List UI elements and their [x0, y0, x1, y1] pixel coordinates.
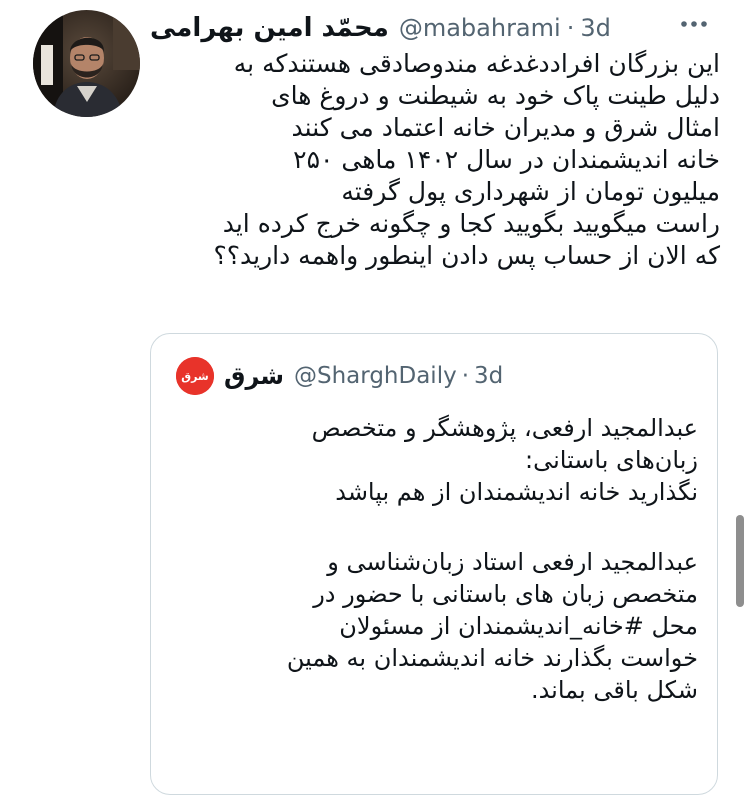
author-avatar[interactable] — [33, 10, 140, 117]
quote-text-line: خواست بگذارند خانه اندیشمندان به همین — [286, 644, 698, 672]
separator-dot: · — [566, 14, 575, 42]
quote-text-line: متخصص زبان های باستانی با حضور در — [313, 580, 698, 608]
shargh-logo-text: شرق — [181, 370, 209, 383]
tweet-timestamp[interactable]: 3d — [580, 14, 611, 42]
quote-text-line: محل #خانه_اندیشمندان از مسئولان — [339, 612, 698, 640]
separator-dot: · — [461, 363, 470, 389]
quote-text-line: عبدالمجید ارفعی، پژوهشگر و متخصص — [311, 414, 698, 442]
more-horizontal-icon — [681, 21, 707, 27]
tweet-text-line: این بزرگان افراددغدغه مندوصادقی هستندکه … — [233, 49, 720, 78]
shargh-logo: شرق — [176, 357, 214, 395]
author-name[interactable]: محمّد امین بهرامی — [150, 13, 389, 43]
quoted-tweet-text: عبدالمجید ارفعی، پژوهشگر و متخصص زبان‌ها… — [171, 412, 698, 706]
profile-photo — [33, 10, 140, 117]
quoted-tweet[interactable]: شرق شرق @SharghDaily · 3d عبدالمجید ارفع… — [150, 333, 718, 795]
quoted-tweet-timestamp[interactable]: 3d — [474, 363, 503, 389]
quoted-author-name[interactable]: شرق — [224, 362, 284, 390]
scrollbar-track[interactable] — [737, 0, 750, 760]
tweet-text-line: که الان از حساب پس دادن اینطور واهمه دار… — [213, 241, 720, 270]
author-handle[interactable]: @mabahrami — [399, 14, 561, 42]
tweet-text-line: راست میگویید بگویید کجا و چگونه خرج کرده… — [222, 209, 720, 238]
quoted-author-handle[interactable]: @SharghDaily — [294, 363, 457, 389]
tweet-text-line: میلیون تومان از شهرداری پول گرفته — [341, 177, 720, 206]
quote-text-line: نگذارید خانه اندیشمندان از هم بپاشد — [335, 478, 698, 506]
tweet-text: این بزرگان افراددغدغه مندوصادقی هستندکه … — [150, 48, 720, 272]
quoted-tweet-header: شرق شرق @SharghDaily · 3d — [176, 356, 503, 396]
tweet[interactable]: محمّد امین بهرامی @mabahrami · 3d این بز… — [0, 0, 750, 795]
quote-text-line: شکل باقی بماند. — [530, 676, 698, 704]
quote-text-line: زبان‌های باستانی: — [524, 446, 698, 474]
quoted-author-avatar[interactable]: شرق — [176, 357, 214, 395]
quote-text-line: عبدالمجید ارفعی استاد زبان‌شناسی و — [327, 548, 698, 576]
more-options-button[interactable] — [672, 12, 716, 36]
tweet-text-line: خانه اندیشمندان در سال ۱۴۰۲ ماهی ۲۵۰ — [293, 145, 720, 174]
tweet-text-line: دلیل طینت پاک خود به شیطنت و دروغ های — [271, 81, 720, 110]
tweet-text-line: امثال شرق و مدیران خانه اعتماد می کنند — [291, 113, 720, 142]
scrollbar-thumb[interactable] — [736, 515, 744, 607]
tweet-header: محمّد امین بهرامی @mabahrami · 3d — [150, 10, 620, 46]
